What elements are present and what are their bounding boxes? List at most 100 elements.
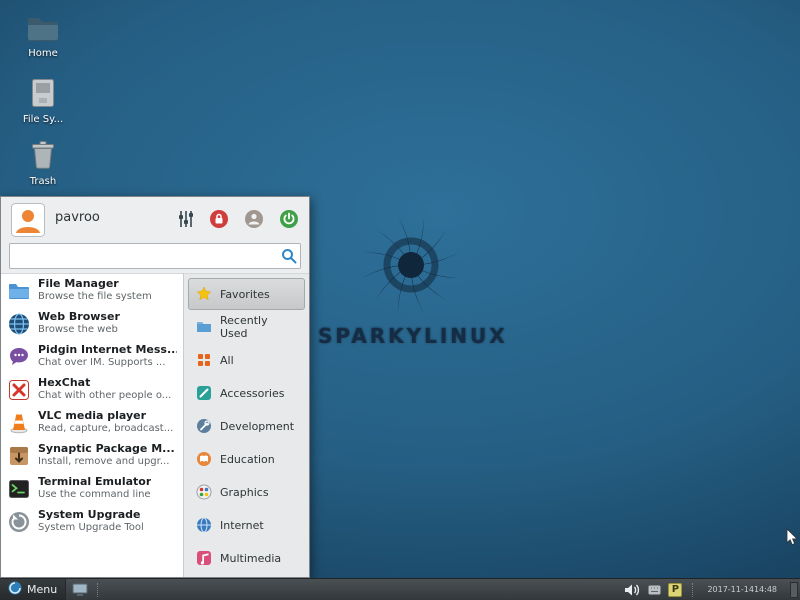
category-label: Education xyxy=(220,453,275,466)
search-icon xyxy=(278,248,300,264)
system-tray: P 2017-11-14 14:48 xyxy=(623,579,798,600)
wallpaper-logo: SPARKYLINUX xyxy=(318,212,503,348)
menu-button-label: Menu xyxy=(27,583,57,596)
category-label: Internet xyxy=(220,519,264,532)
category-label: Recently Used xyxy=(220,314,297,340)
globe-icon xyxy=(7,312,31,336)
app-item-file-manager[interactable]: File Manager Browse the file system xyxy=(1,274,183,307)
category-label: All xyxy=(220,354,234,367)
taskbar-separator xyxy=(97,583,98,597)
trash-can-icon xyxy=(30,140,56,174)
app-item-web-browser[interactable]: Web Browser Browse the web xyxy=(1,307,183,340)
category-multimedia[interactable]: Multimedia xyxy=(188,542,305,574)
app-description: Read, capture, broadcast... xyxy=(38,423,173,435)
clock-time: 14:48 xyxy=(754,585,777,595)
user-avatar[interactable] xyxy=(11,203,45,241)
clock-date: 2017-11-14 xyxy=(707,585,754,595)
clipboard-manager-icon[interactable]: P xyxy=(668,583,682,597)
app-item-synaptic[interactable]: Synaptic Package M... Install, remove an… xyxy=(1,439,183,472)
category-internet[interactable]: Internet xyxy=(188,509,305,541)
recent-folder-icon xyxy=(196,319,212,335)
app-name: HexChat xyxy=(38,377,171,390)
desktop-icon-home[interactable]: Home xyxy=(10,16,76,59)
star-icon xyxy=(196,286,212,302)
sparky-menu-icon xyxy=(8,581,22,598)
accessories-icon xyxy=(196,385,212,401)
app-description: Install, remove and upgr... xyxy=(38,456,175,468)
mouse-cursor xyxy=(786,528,799,546)
wallpaper-logo-text: SPARKYLINUX xyxy=(318,324,503,348)
category-label: Development xyxy=(220,420,294,433)
category-label: Favorites xyxy=(220,288,270,301)
app-item-vlc[interactable]: VLC media player Read, capture, broadcas… xyxy=(1,406,183,439)
category-education[interactable]: Education xyxy=(188,443,305,475)
menu-header-actions xyxy=(178,209,299,229)
desktop-icon-filesystem[interactable]: File Sy... xyxy=(10,78,76,125)
red-x-icon xyxy=(7,378,31,402)
app-name: Web Browser xyxy=(38,311,120,324)
search-box xyxy=(9,243,301,269)
input-device-icon[interactable] xyxy=(648,585,661,595)
app-item-pidgin[interactable]: Pidgin Internet Mess... Chat over IM. Su… xyxy=(1,340,183,373)
desktop: SPARKYLINUX Home File Sy... Trash pavroo xyxy=(0,0,800,600)
app-name: Terminal Emulator xyxy=(38,476,151,489)
app-description: Use the command line xyxy=(38,489,151,501)
home-folder-icon xyxy=(27,16,59,46)
desktop-icon-label: File Sy... xyxy=(10,114,76,125)
logout-icon[interactable] xyxy=(279,209,299,229)
show-desktop-button[interactable] xyxy=(66,579,94,600)
lock-screen-icon[interactable] xyxy=(209,209,229,229)
panel-corner-handle[interactable] xyxy=(790,582,798,598)
app-description: Chat over IM. Supports ... xyxy=(38,357,177,369)
tray-separator xyxy=(692,583,693,597)
desktop-icon-trash[interactable]: Trash xyxy=(10,140,76,187)
menu-button[interactable]: Menu xyxy=(0,579,66,600)
taskbar: Menu P 2017-11-14 14:48 xyxy=(0,578,800,600)
desktop-icon-label: Home xyxy=(10,48,76,59)
purple-chat-icon xyxy=(7,345,31,369)
app-item-hexchat[interactable]: HexChat Chat with other people o... xyxy=(1,373,183,406)
terminal-icon xyxy=(7,477,31,501)
desktop-icon-label: Trash xyxy=(10,176,76,187)
application-list: File Manager Browse the file system Web … xyxy=(1,273,183,577)
category-list: Favorites Recently Used All xyxy=(183,273,309,577)
multimedia-note-icon xyxy=(196,550,212,566)
clock[interactable]: 2017-11-14 14:48 xyxy=(703,585,781,595)
app-item-system-upgrade[interactable]: System Upgrade System Upgrade Tool xyxy=(1,505,183,538)
category-label: Graphics xyxy=(220,486,269,499)
app-name: Synaptic Package M... xyxy=(38,443,175,456)
app-name: File Manager xyxy=(38,278,152,291)
search-input[interactable] xyxy=(10,245,278,267)
blue-folder-icon xyxy=(7,279,31,303)
category-favorites[interactable]: Favorites xyxy=(188,278,305,310)
application-menu: pavroo xyxy=(0,196,310,578)
app-name: VLC media player xyxy=(38,410,173,423)
username: pavroo xyxy=(55,210,100,225)
internet-globe-icon xyxy=(196,517,212,533)
app-description: Chat with other people o... xyxy=(38,390,171,402)
category-recently-used[interactable]: Recently Used xyxy=(188,311,305,343)
all-grid-icon xyxy=(196,352,212,368)
category-accessories[interactable]: Accessories xyxy=(188,377,305,409)
category-graphics[interactable]: Graphics xyxy=(188,476,305,508)
sparky-swirl-icon xyxy=(352,212,470,322)
menu-header: pavroo xyxy=(1,197,309,241)
switch-user-icon[interactable] xyxy=(244,209,264,229)
category-all[interactable]: All xyxy=(188,344,305,376)
app-item-terminal[interactable]: Terminal Emulator Use the command line xyxy=(1,472,183,505)
app-description: System Upgrade Tool xyxy=(38,522,144,534)
app-name: Pidgin Internet Mess... xyxy=(38,344,177,357)
menu-body: File Manager Browse the file system Web … xyxy=(1,273,309,577)
category-development[interactable]: Development xyxy=(188,410,305,442)
orange-cone-icon xyxy=(7,411,31,435)
category-label: Accessories xyxy=(220,387,284,400)
settings-sliders-icon[interactable] xyxy=(178,210,194,228)
app-name: System Upgrade xyxy=(38,509,144,522)
volume-icon[interactable] xyxy=(623,582,641,598)
monitor-icon xyxy=(72,583,88,597)
app-description: Browse the web xyxy=(38,324,120,336)
education-icon xyxy=(196,451,212,467)
filesystem-drive-icon xyxy=(29,78,57,112)
category-label: Multimedia xyxy=(220,552,281,565)
development-icon xyxy=(196,418,212,434)
